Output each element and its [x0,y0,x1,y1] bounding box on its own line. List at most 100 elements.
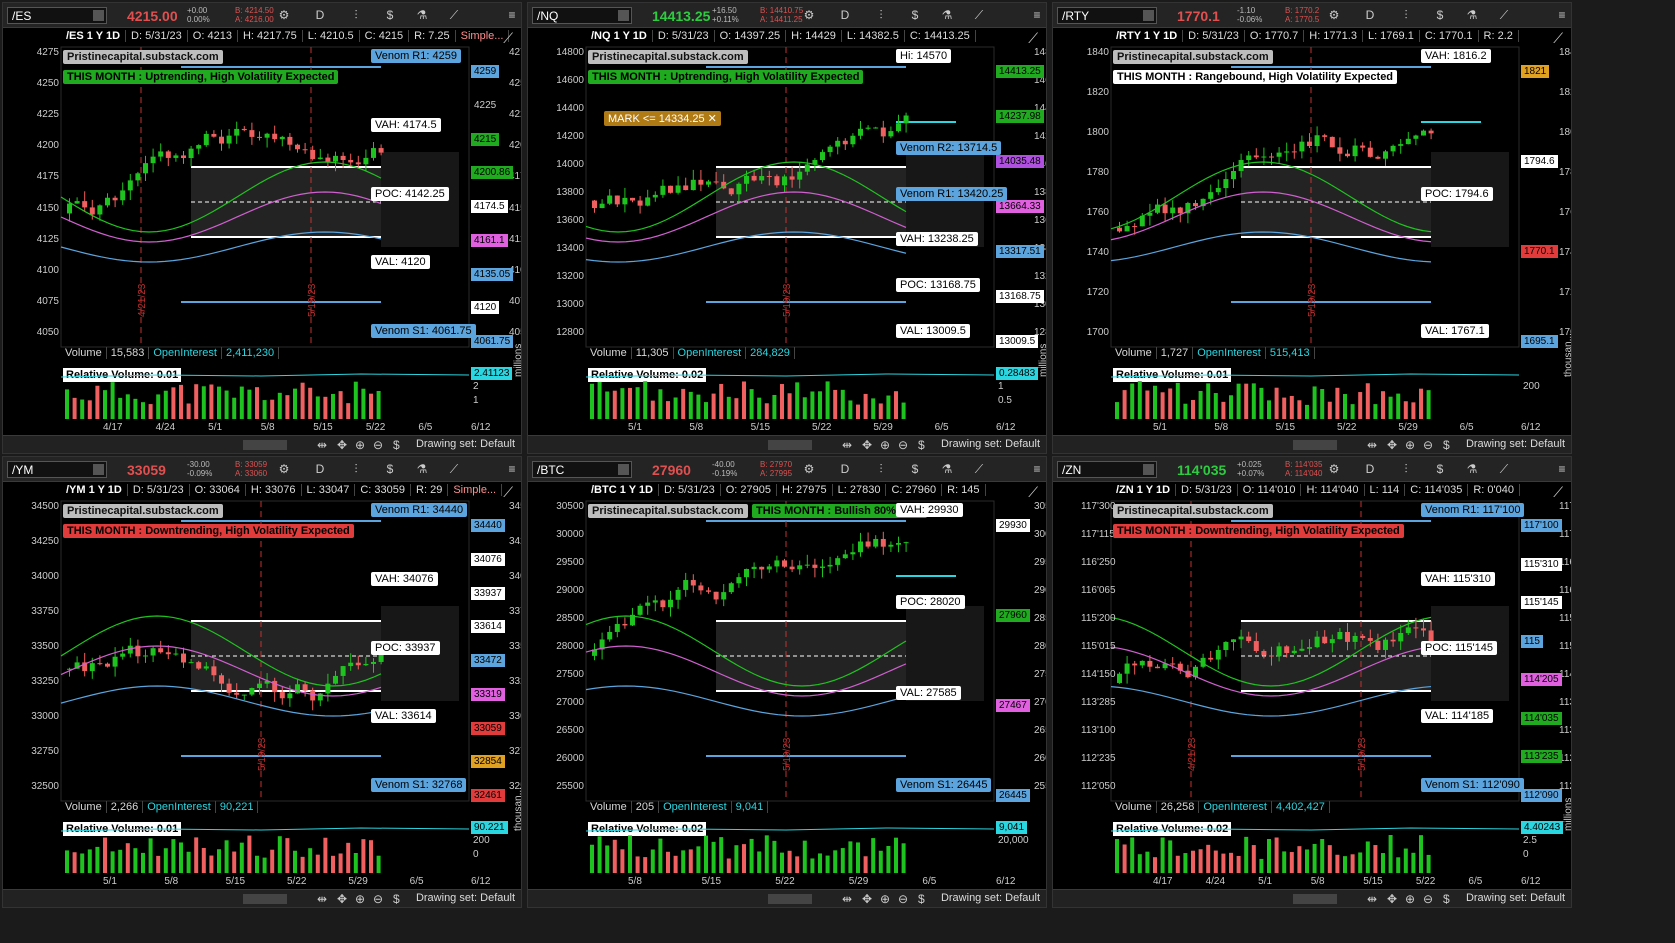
scroll-icon[interactable]: ⇹ [842,438,852,452]
level-tag: VAH: 115'310 [1421,571,1495,586]
candle-body [1223,179,1229,189]
y-axis-tick-left: 13000 [556,299,584,310]
zoom-out-icon[interactable]: ⊖ [373,438,383,452]
volume-bar [878,850,883,873]
dollar-icon[interactable]: $ [393,438,400,452]
chart-pane-btc: /BTC 27960 -40.00 -0.19% B: 27970 A: 27995 ⚙ D ⫶… [527,456,1047,908]
price-level-pill: 34440 [471,519,505,532]
chart-scrollbar[interactable] [1293,894,1337,904]
candle-body [888,544,894,547]
drawing-set-label[interactable]: Drawing set: Default [1466,438,1565,450]
crosshair-icon[interactable]: ✥ [337,438,347,452]
volume-bar [1175,855,1180,873]
dollar-icon[interactable]: $ [918,438,925,452]
volume-bar [369,840,373,873]
dollar-icon[interactable]: $ [1443,892,1450,906]
volume-bar [1297,400,1302,419]
volume-bar [597,836,602,873]
crosshair-icon[interactable]: ✥ [862,892,872,906]
volume-axis-tick: 1 [473,395,479,406]
volume-bar [825,855,830,873]
zoom-in-icon[interactable]: ⊕ [880,438,890,452]
chart-scrollbar[interactable] [1293,440,1337,450]
volume-bar [650,400,655,419]
zoom-out-icon[interactable]: ⊖ [373,892,383,906]
scroll-icon[interactable]: ⇹ [1367,438,1377,452]
volume-bar [346,842,351,873]
y-axis-tick-right: 113'285 [1559,697,1571,708]
volume-bar [1221,401,1226,419]
volume-bar [848,400,853,419]
candle-body [614,624,620,632]
y-axis-tick-left: 26500 [556,725,584,736]
zoom-in-icon[interactable]: ⊕ [355,438,365,452]
drawing-set-label[interactable]: Drawing set: Default [941,892,1040,904]
zoom-out-icon[interactable]: ⊖ [898,438,908,452]
drawing-set-label[interactable]: Drawing set: Default [941,438,1040,450]
volume-bar [1153,857,1157,873]
x-axis-tick: 4/17 [103,422,123,433]
volume-bar [1411,402,1416,419]
volume-bar [612,839,617,873]
candle-body [736,183,742,195]
level-tag: POC: 13168.75 [896,278,980,293]
volume-bar [658,389,663,419]
zoom-out-icon[interactable]: ⊖ [898,892,908,906]
candle-body [713,181,719,183]
candle-body [1269,156,1274,158]
volume-bar [300,856,305,873]
candle-body [279,136,285,140]
zoom-out-icon[interactable]: ⊖ [1423,438,1433,452]
volume-header: Volume 1,727 OpenInterest 515,413 [1111,347,1315,362]
crosshair-icon[interactable]: ✥ [1387,438,1397,452]
candle-body [766,176,772,178]
candle-body [827,564,833,567]
crosshair-icon[interactable]: ✥ [1387,892,1397,906]
zoom-in-icon[interactable]: ⊕ [880,892,890,906]
volume-bar [338,391,343,419]
scroll-icon[interactable]: ⇹ [317,892,327,906]
y-axis-tick-right: 4250 [509,78,521,90]
candle-body [1291,650,1297,654]
volume-bar [795,856,800,873]
y-axis-tick-left: 34250 [31,536,59,547]
price-level-pill: 13317.51 [996,245,1044,258]
volume-bar [1305,849,1309,873]
drawing-set-label[interactable]: Drawing set: Default [416,438,515,450]
level-tag: POC: 115'145 [1421,640,1497,655]
y-axis-tick-right: 13200 [1034,271,1046,282]
y-axis-tick-left: 116'065 [1081,585,1116,596]
chart-footer: ⇹ ✥ ⊕ ⊖ $ Drawing set: Default [3,435,521,453]
dollar-icon[interactable]: $ [918,892,925,906]
dollar-icon[interactable]: $ [393,892,400,906]
crosshair-icon[interactable]: ✥ [337,892,347,906]
mark-order-label[interactable]: MARK <= 14334.25 ✕ [604,111,721,126]
volume-bar [1191,399,1195,419]
chart-scrollbar[interactable] [243,894,287,904]
scroll-icon[interactable]: ⇹ [842,892,852,906]
volume-bar [1168,840,1173,873]
chart-scrollbar[interactable] [768,440,812,450]
candle-body [1124,226,1130,232]
candle-body [842,554,848,559]
zoom-in-icon[interactable]: ⊕ [1405,892,1415,906]
chart-scrollbar[interactable] [243,440,287,450]
volume-bar [1213,393,1218,419]
volume-bar [742,381,746,419]
dollar-icon[interactable]: $ [1443,438,1450,452]
zoom-in-icon[interactable]: ⊕ [1405,438,1415,452]
y-axis-tick-right: 1720 [1559,287,1571,298]
crosshair-icon[interactable]: ✥ [862,438,872,452]
zoom-out-icon[interactable]: ⊖ [1423,892,1433,906]
volume-header: Volume 26,258 OpenInterest 4,402,427 [1111,801,1330,816]
scroll-icon[interactable]: ⇹ [317,438,327,452]
candle-body [850,552,856,555]
zoom-in-icon[interactable]: ⊕ [355,892,365,906]
chart-scrollbar[interactable] [768,894,812,904]
scroll-icon[interactable]: ⇹ [1367,892,1377,906]
drawing-set-label[interactable]: Drawing set: Default [416,892,515,904]
y-axis-tick-right: 30500 [1034,501,1046,512]
candle-body [622,197,628,205]
volume-bar [346,403,351,419]
drawing-set-label[interactable]: Drawing set: Default [1466,892,1565,904]
